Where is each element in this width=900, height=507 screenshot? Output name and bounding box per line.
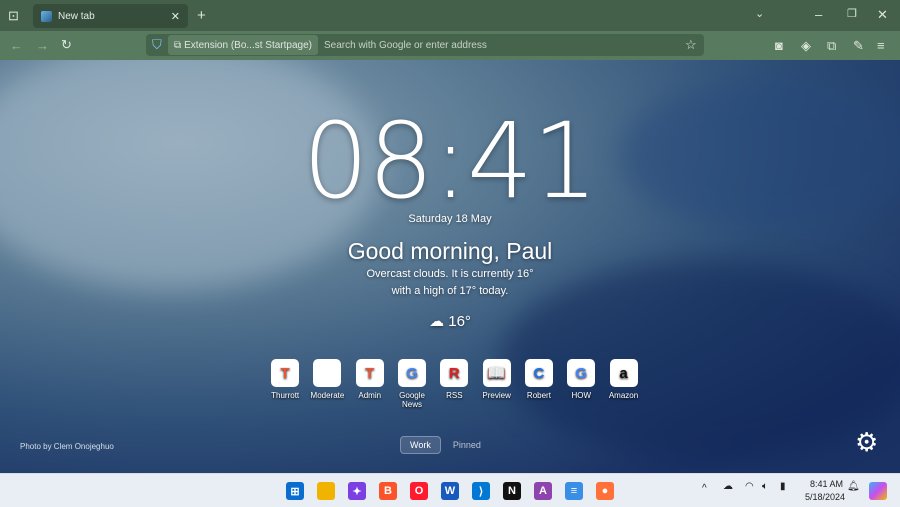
quick-link-label: Admin xyxy=(358,391,382,400)
startpage: 08:41 Saturday 18 May Good morning, Paul… xyxy=(0,60,900,473)
extension-icon: ⧉ xyxy=(174,39,182,51)
start-icon[interactable]: ⊞ xyxy=(286,482,304,500)
moderate-icon xyxy=(313,359,342,387)
word-icon[interactable]: W xyxy=(441,482,459,500)
address-bar[interactable]: ⛉ ⧉ Extension (Bo...st Startpage) Search … xyxy=(146,34,704,56)
weather-forecast: with a high of 17° today. xyxy=(391,285,509,297)
quick-link-label: Robert xyxy=(526,391,551,400)
quick-link-thurrott[interactable]: T Thurrott xyxy=(264,359,306,409)
quick-link-admin[interactable]: T Admin xyxy=(349,359,391,409)
quick-link-google-news[interactable]: G Google News xyxy=(391,359,433,409)
admin-icon: T xyxy=(355,359,384,387)
thurrott-icon: T xyxy=(271,359,300,387)
greeting: Good morning, Paul xyxy=(347,238,553,264)
onedrive-icon[interactable]: ☁ xyxy=(723,481,733,492)
quick-link-how[interactable]: G HOW xyxy=(560,359,602,409)
minimize-button[interactable]: – xyxy=(815,8,822,21)
copilot-icon[interactable] xyxy=(869,482,887,500)
brave-icon[interactable]: B xyxy=(379,482,397,500)
notepad-icon[interactable]: ≡ xyxy=(565,482,583,500)
show-hidden-icons-chevron[interactable]: ^ xyxy=(702,483,707,494)
quick-link-rss[interactable]: R RSS xyxy=(433,359,475,409)
amazon-icon: a xyxy=(609,359,638,387)
identity-box[interactable]: ⧉ Extension (Bo...st Startpage) xyxy=(168,35,318,55)
rss-icon: R xyxy=(440,359,469,387)
extension-icon-2[interactable]: ✎ xyxy=(853,39,864,52)
battery-icon[interactable]: ▮ xyxy=(780,481,786,492)
extension-icon-1[interactable]: ◈ xyxy=(801,39,811,52)
vscode-icon[interactable]: ⟩ xyxy=(472,482,490,500)
reload-button[interactable]: ↻ xyxy=(61,38,72,51)
pocket-icon[interactable]: ◙ xyxy=(775,39,783,52)
how-icon: G xyxy=(567,359,596,387)
date: Saturday 18 May xyxy=(408,213,492,225)
wifi-icon[interactable]: ◠ xyxy=(745,481,754,492)
tray-date: 5/18/2024 xyxy=(805,492,846,502)
address-input[interactable]: Search with Google or enter address xyxy=(324,40,487,51)
settings-gear-icon[interactable]: ⚙ xyxy=(855,427,878,458)
tab-work[interactable]: Work xyxy=(400,436,441,454)
weather-description: Overcast clouds. It is currently 16° xyxy=(366,268,534,280)
tab-title: New tab xyxy=(58,10,95,22)
tab-bar: ⊡ New tab ✕ + ⌄ – ❐ ✕ xyxy=(0,0,900,31)
affinity-icon[interactable]: A xyxy=(534,482,552,500)
quick-link-label: Preview xyxy=(482,391,511,400)
clock-tray[interactable]: 8:41 AM 5/18/2024 xyxy=(805,479,846,502)
close-tab-icon[interactable]: ✕ xyxy=(171,10,180,23)
list-tabs-chevron-down-icon[interactable]: ⌄ xyxy=(755,9,764,20)
quick-link-moderate[interactable]: Moderate xyxy=(306,359,348,409)
volume-icon[interactable]: 🔈︎ xyxy=(762,481,768,492)
extensions-icon[interactable]: ⧉ xyxy=(827,39,836,52)
quick-link-label: Moderate xyxy=(310,391,345,400)
nav-bar: ← → ↻ ⛉ ⧉ Extension (Bo...st Startpage) S… xyxy=(0,31,900,60)
google-news-icon: G xyxy=(398,359,427,387)
quick-link-label: Thurrott xyxy=(271,391,300,400)
identity-label: Extension (Bo...st Startpage) xyxy=(184,39,312,51)
firefox-icon[interactable]: ● xyxy=(596,482,614,500)
tray-time: 8:41 AM xyxy=(809,479,843,489)
quick-link-robert[interactable]: C Robert xyxy=(518,359,560,409)
tab-overview-icon[interactable]: ⊡ xyxy=(8,9,19,22)
menu-icon[interactable]: ≡ xyxy=(877,39,885,52)
tab-new-tab[interactable]: New tab ✕ xyxy=(33,4,188,28)
bookmark-star-icon[interactable]: ☆ xyxy=(685,38,697,51)
robert-icon: C xyxy=(524,359,553,387)
quick-link-preview[interactable]: 📖 Preview xyxy=(475,359,517,409)
close-window-button[interactable]: ✕ xyxy=(877,8,888,21)
quick-link-amazon[interactable]: a Amazon xyxy=(602,359,644,409)
shield-icon[interactable]: ⛉ xyxy=(152,38,162,51)
opera-icon[interactable]: O xyxy=(410,482,428,500)
quick-link-label: Amazon xyxy=(608,391,639,400)
quick-link-label: RSS xyxy=(446,391,463,400)
photo-credit[interactable]: Photo by Clem Onojeghuo xyxy=(20,442,114,451)
cloud-icon: ☁ xyxy=(429,313,445,330)
tab-favicon-icon xyxy=(41,10,52,22)
app-3-icon[interactable]: ✦ xyxy=(348,482,366,500)
restore-button[interactable]: ❐ xyxy=(847,9,857,20)
quick-link-label: Google News xyxy=(399,391,425,409)
quick-links: T Thurrott Moderate T Admin G Google News R RSS 📖… xyxy=(264,359,645,409)
temperature: 16° xyxy=(448,313,471,330)
file-explorer-icon[interactable] xyxy=(317,482,335,500)
notion-icon[interactable]: N xyxy=(503,482,521,500)
quick-link-label: HOW xyxy=(571,391,591,400)
back-button[interactable]: ← xyxy=(10,39,23,52)
forward-button[interactable]: → xyxy=(36,39,49,52)
tab-pinned[interactable]: Pinned xyxy=(441,436,493,454)
taskbar: ⊞ ✦ B O W ⟩ N A ≡ ● ^ ☁ ◠ 🔈︎ ▮ 8:41 AM 5/18/2024 … xyxy=(0,473,900,507)
link-groups: Work Pinned xyxy=(400,436,493,454)
new-tab-button[interactable]: + xyxy=(197,8,206,23)
notification-bell-icon[interactable]: 🔔︎ xyxy=(847,481,860,492)
clock: 08:41 xyxy=(302,100,599,222)
preview-icon: 📖 xyxy=(482,359,511,387)
